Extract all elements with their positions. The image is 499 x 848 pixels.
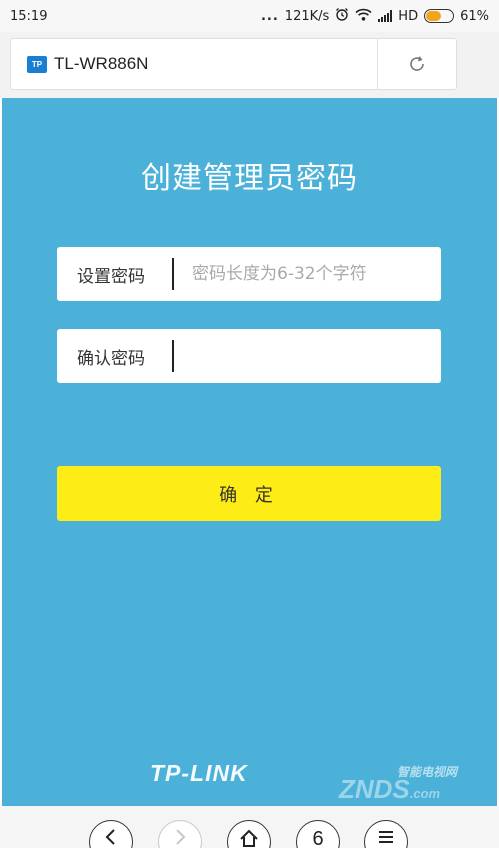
home-button[interactable] [227, 820, 271, 848]
tab-count: 6 [312, 828, 324, 848]
alarm-icon [335, 7, 349, 25]
battery-fill [426, 11, 442, 21]
confirm-password-input[interactable] [174, 329, 441, 383]
password-field[interactable]: 设置密码 [57, 247, 441, 301]
home-icon [240, 829, 258, 847]
status-time: 15:19 [10, 8, 48, 24]
setup-panel: 创建管理员密码 设置密码 确认密码 确 定 TP-LINK 智能电视网 ZNDS… [2, 98, 497, 806]
tabs-button[interactable]: 6 [296, 820, 340, 848]
tp-link-logo: TP-LINK [150, 760, 248, 786]
menu-button[interactable] [364, 820, 408, 848]
status-indicators: ... 121K/s HD 61% [261, 7, 489, 25]
battery-icon [424, 9, 455, 23]
forward-button[interactable] [158, 820, 202, 848]
menu-icon [379, 831, 393, 843]
reload-icon [410, 56, 424, 71]
confirm-button[interactable]: 确 定 [57, 466, 441, 521]
more-dots: ... [260, 8, 279, 24]
watermark-text: ZNDS [338, 774, 410, 804]
confirm-password-field[interactable]: 确认密码 [57, 329, 441, 383]
status-bar: 15:19 ... 121K/s HD 61% [0, 0, 499, 32]
chevron-left-icon [105, 829, 115, 845]
battery-percent: 61% [460, 8, 489, 24]
page-heading: 创建管理员密码 [141, 161, 358, 196]
browser-toolbar: TP TL-WR886N [0, 32, 499, 98]
watermark-suffix: .com [409, 786, 441, 801]
back-button[interactable] [89, 820, 133, 848]
bottom-navigation: 6 [0, 806, 499, 848]
hd-label: HD [398, 8, 419, 24]
wifi-icon [355, 8, 372, 25]
reload-button[interactable] [378, 39, 456, 89]
signal-icon [378, 10, 393, 22]
network-speed: 121K/s [284, 8, 330, 24]
password-input[interactable] [174, 247, 441, 301]
page-title[interactable]: TL-WR886N [54, 54, 377, 74]
password-label: 设置密码 [77, 266, 145, 287]
confirm-password-label: 确认密码 [77, 348, 145, 369]
watermark: 智能电视网 ZNDS.com [339, 763, 457, 805]
address-bar[interactable]: TP TL-WR886N [10, 38, 457, 90]
chevron-right-icon [176, 829, 186, 845]
site-favicon: TP [27, 55, 47, 73]
